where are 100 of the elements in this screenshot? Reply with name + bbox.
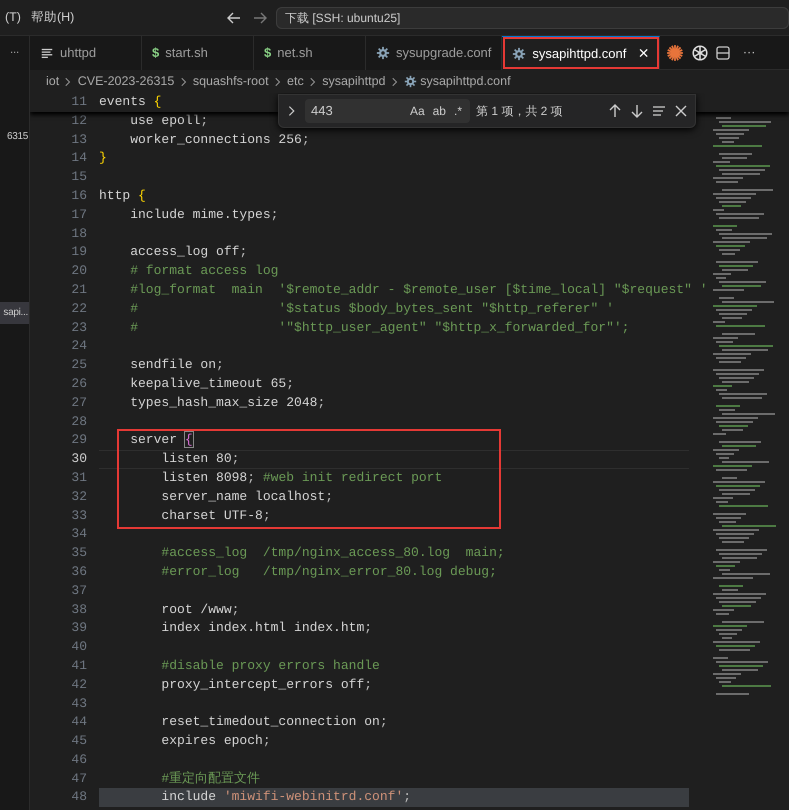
editor-tab[interactable]: $ net.sh: [254, 36, 366, 70]
editor-tab[interactable]: uhttpd: [30, 36, 142, 70]
code-line: sendfile on;: [129, 356, 224, 374]
breadcrumb-item[interactable]: CVE-2023-26315: [78, 72, 174, 91]
line-number: 47: [70, 770, 87, 788]
line-number: 29: [70, 431, 87, 450]
line-number: 44: [70, 713, 87, 732]
line-number: 11: [70, 93, 87, 111]
line-number: 12: [70, 112, 87, 130]
code-line: http {: [99, 186, 146, 205]
split-editor-icon[interactable]: [715, 44, 732, 60]
line-number: 37: [70, 582, 87, 600]
menu-item[interactable]: 帮助(H): [26, 8, 80, 27]
breadcrumb-item[interactable]: iot: [46, 72, 60, 91]
line-number: 20: [70, 262, 87, 280]
line-number: 36: [70, 562, 87, 581]
line-number: 23: [70, 318, 87, 337]
code-line: # format access log: [129, 262, 278, 280]
more-icon[interactable]: ···: [0, 36, 29, 70]
command-center-field[interactable]: 下载 [SSH: ubuntu25]: [276, 6, 789, 28]
breadcrumb-item[interactable]: squashfs-root: [192, 72, 269, 91]
explorer-item[interactable]: 6315: [0, 126, 29, 148]
line-number: 25: [70, 356, 87, 374]
search-field[interactable]: 443 Aa ab .*: [305, 99, 470, 123]
code-line: #log_format main '$remote_addr - $remote_user [$time_local] "$request" ': [129, 280, 708, 299]
breadcrumb-item[interactable]: sysapihttpd: [322, 72, 386, 91]
breadcrumb-item[interactable]: etc: [287, 72, 304, 91]
editor-tab[interactable]: sysapihttpd.conf ×: [502, 36, 660, 70]
lines-icon: [40, 46, 54, 60]
code-line: # '"$http_user_agent" "$http_x_forwarded_for"';: [129, 318, 630, 337]
line-number: 43: [70, 694, 87, 712]
dollar-icon: $: [152, 43, 160, 63]
line-number: 16: [70, 186, 87, 205]
code-line: use epoll;: [129, 112, 208, 130]
option-toggle[interactable]: ab: [430, 102, 448, 120]
code-line: expires epoch;: [160, 732, 271, 750]
code-line: #重定向配置文件: [160, 770, 260, 788]
burst-icon[interactable]: [666, 44, 684, 62]
code-line: listen 80;: [160, 450, 240, 468]
option-toggle[interactable]: .*: [452, 102, 464, 120]
line-number: 39: [70, 619, 87, 638]
line-number: 46: [70, 750, 87, 769]
knot-icon[interactable]: [690, 44, 709, 62]
close-icon[interactable]: ×: [638, 40, 649, 67]
gear-icon: [376, 46, 390, 60]
line-number: 14: [70, 149, 87, 168]
code-line: root /www;: [160, 600, 240, 619]
code-line: #access_log /tmp/nginx_access_80.log main;: [160, 544, 505, 562]
close-icon[interactable]: [673, 103, 689, 119]
explorer-item[interactable]: sapi...: [0, 302, 29, 324]
line-number: 48: [70, 788, 87, 806]
line-number: 26: [70, 374, 87, 393]
code-line: }: [99, 149, 107, 168]
code-line: # '$status $body_bytes_sent "$http_referer" ': [129, 300, 614, 318]
line-number: 19: [70, 243, 87, 262]
line-number: 21: [70, 280, 87, 299]
breadcrumb-item[interactable]: sysapihttpd.conf: [420, 72, 511, 91]
code-line: access_log off;: [129, 243, 248, 262]
line-number: 45: [70, 732, 87, 750]
editor-tab[interactable]: sysupgrade.conf: [366, 36, 502, 70]
dollar-icon: $: [264, 43, 272, 63]
code-line: types_hash_max_size 2048;: [129, 394, 326, 412]
code-line: worker_connections 256;: [129, 130, 310, 149]
line-number: 35: [70, 544, 87, 562]
up-arrow-icon[interactable]: [607, 103, 623, 119]
gear-icon: [404, 75, 417, 88]
option-toggle[interactable]: Aa: [408, 102, 427, 120]
code-line: keepalive_timeout 65;: [129, 374, 294, 393]
code-line: index index.html index.htm;: [160, 619, 372, 638]
line-number: 13: [70, 130, 87, 149]
line-number: 18: [70, 224, 87, 243]
code-line: events {: [99, 93, 162, 111]
back-arrow-icon[interactable]: [226, 10, 242, 26]
menu-item[interactable]: (T): [0, 8, 26, 27]
line-number: 33: [70, 506, 87, 525]
line-number: 42: [70, 676, 87, 694]
forward-arrow-icon[interactable]: [252, 10, 268, 26]
line-number: 17: [70, 206, 87, 224]
editor-tab[interactable]: $ start.sh: [142, 36, 254, 70]
code-line: include 'miwifi-webinitrd.conf';: [160, 788, 412, 806]
code-line: reset_timedout_connection on;: [160, 713, 388, 732]
match-count: 第 1 项，共 2 项: [476, 103, 564, 120]
code-line: include mime.types;: [129, 206, 278, 224]
line-number: 27: [70, 394, 87, 412]
line-number: 28: [70, 412, 87, 431]
gear-icon: [512, 46, 526, 60]
line-number: 31: [70, 468, 87, 487]
code-line: charset UTF-8;: [160, 506, 271, 525]
line-number: 22: [70, 300, 87, 318]
line-number: 41: [70, 656, 87, 675]
line-number: 15: [70, 168, 87, 186]
down-arrow-icon[interactable]: [629, 103, 645, 119]
line-number: 34: [70, 525, 87, 544]
line-number: 30: [70, 450, 87, 468]
code-line: #error_log /tmp/nginx_error_80.log debug;: [160, 562, 497, 581]
line-number: 24: [70, 337, 87, 356]
code-line: listen 8098; #web init redirect port: [160, 468, 442, 487]
more-icon[interactable]: ···: [738, 43, 760, 62]
code-line: #disable proxy errors handle: [160, 656, 380, 675]
line-number: 38: [70, 600, 87, 619]
